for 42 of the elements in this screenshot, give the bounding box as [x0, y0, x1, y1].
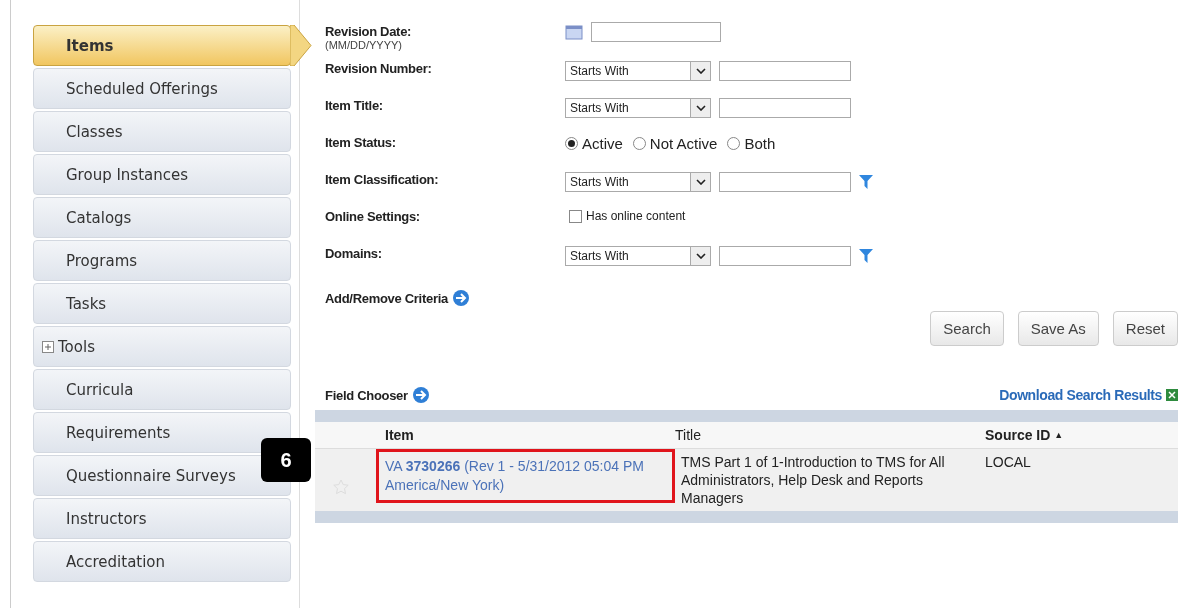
sort-indicator[interactable]: ▲ — [1054, 425, 1064, 445]
operator-dropdown[interactable]: Starts With — [565, 61, 711, 81]
field-label: Online Settings: — [325, 208, 421, 224]
add-remove-criteria-link[interactable]: Add/Remove Criteria — [325, 290, 448, 306]
sidebar-item[interactable]: Tasks — [33, 283, 291, 324]
sidebar-item[interactable]: Items — [33, 25, 291, 66]
table-cell-text: TMS Part 1 of 1-Introduction to TMS for All Administrators, Help Desk and Reports Managers — [680, 453, 946, 508]
table-cell-text: LOCAL — [985, 453, 1032, 472]
operator-dropdown[interactable]: Starts With — [565, 98, 711, 118]
radio-label: Active — [582, 135, 623, 152]
form-button[interactable]: Save As — [1017, 311, 1099, 346]
sidebar-item[interactable]: Instructors — [33, 498, 291, 539]
column-header[interactable]: Item — [385, 422, 414, 448]
sidebar-item[interactable]: Classes — [33, 111, 291, 152]
sidebar-item[interactable]: Tools — [33, 326, 291, 367]
sidebar-item[interactable]: Scheduled Offerings — [33, 68, 291, 109]
column-header[interactable]: Title — [675, 422, 701, 448]
field-label: Item Classification: — [325, 171, 440, 187]
operator-dropdown[interactable]: Starts With — [565, 246, 711, 266]
radio-label: Both — [744, 135, 776, 152]
form-button[interactable]: Search — [930, 311, 1004, 346]
operator-dropdown[interactable]: Starts With — [565, 172, 711, 192]
field-label: Domains: — [325, 245, 383, 261]
sidebar-item[interactable]: Curricula — [33, 369, 291, 410]
field-label: Item Status: — [325, 134, 397, 150]
sidebar-item[interactable]: Group Instances — [33, 154, 291, 195]
sidebar-item[interactable]: Catalogs — [33, 197, 291, 238]
step-number: 6 — [261, 438, 311, 482]
field-label: Revision Date: — [325, 23, 413, 39]
download-results-link[interactable]: Download Search Results — [999, 387, 1162, 403]
sidebar-item[interactable]: Requirements — [33, 412, 291, 453]
field-chooser-link[interactable]: Field Chooser — [325, 387, 408, 403]
form-button[interactable]: Reset — [1112, 311, 1178, 346]
field-label: Revision Number: — [325, 60, 433, 76]
checkbox-label: Has online content — [586, 209, 686, 223]
sidebar-item[interactable]: Programs — [33, 240, 291, 281]
date-format-hint: (MM/DD/YYYY) — [325, 39, 403, 51]
field-label: Item Title: — [325, 97, 384, 113]
sidebar-item[interactable]: Accreditation — [33, 541, 291, 582]
item-link[interactable]: VA 3730266 (Rev 1 - 5/31/2012 05:04 PM America/New York) — [385, 453, 666, 499]
column-header[interactable]: Source ID — [985, 422, 1051, 448]
radio-label: Not Active — [649, 135, 718, 152]
